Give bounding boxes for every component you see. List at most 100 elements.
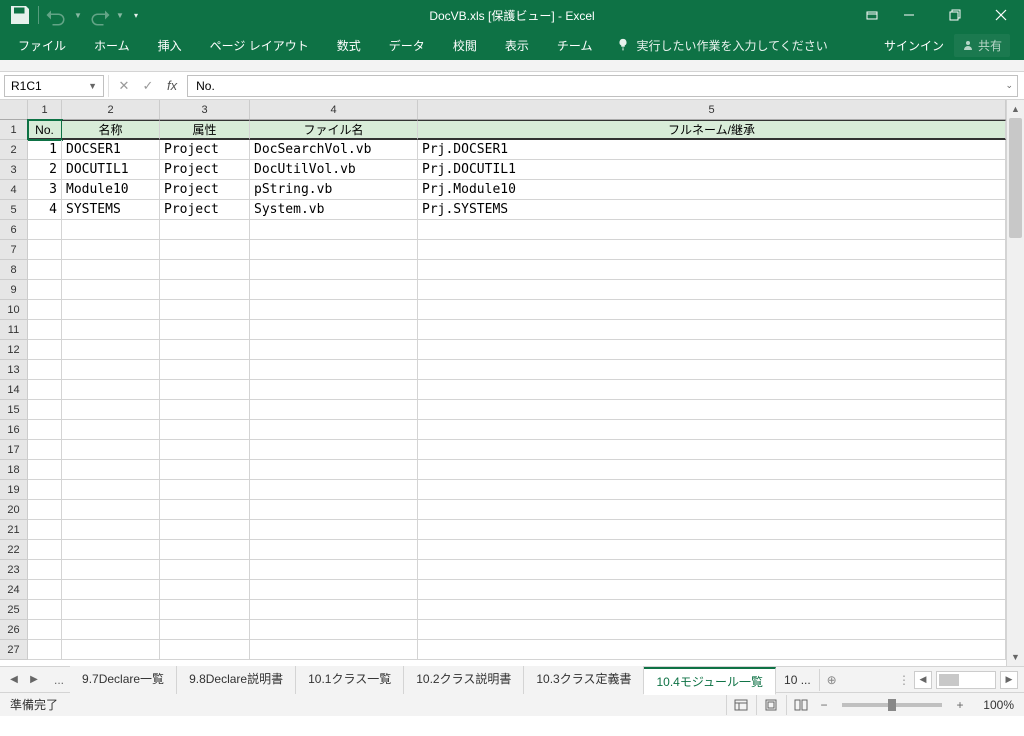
- cell[interactable]: [160, 280, 250, 300]
- dropdown-icon[interactable]: ▼: [88, 81, 97, 91]
- cell[interactable]: [418, 340, 1006, 360]
- row-header[interactable]: 20: [0, 500, 28, 520]
- cell[interactable]: [418, 520, 1006, 540]
- cell[interactable]: Project: [160, 200, 250, 220]
- close-button[interactable]: [978, 0, 1024, 30]
- cell[interactable]: [28, 360, 62, 380]
- cell[interactable]: [28, 280, 62, 300]
- cell[interactable]: [418, 420, 1006, 440]
- cell[interactable]: [250, 420, 418, 440]
- cell[interactable]: [418, 640, 1006, 660]
- cell[interactable]: [160, 220, 250, 240]
- cell[interactable]: [418, 480, 1006, 500]
- cell[interactable]: [62, 560, 160, 580]
- row-header[interactable]: 6: [0, 220, 28, 240]
- scroll-up-icon[interactable]: ▲: [1007, 100, 1024, 118]
- cell[interactable]: [28, 420, 62, 440]
- row-header[interactable]: 11: [0, 320, 28, 340]
- row-header[interactable]: 22: [0, 540, 28, 560]
- row-header[interactable]: 21: [0, 520, 28, 540]
- cell[interactable]: [160, 400, 250, 420]
- row-header[interactable]: 7: [0, 240, 28, 260]
- row-header[interactable]: 9: [0, 280, 28, 300]
- row-header[interactable]: 16: [0, 420, 28, 440]
- undo-icon[interactable]: [45, 3, 69, 27]
- cell[interactable]: [250, 280, 418, 300]
- cell[interactable]: [418, 300, 1006, 320]
- expand-icon[interactable]: ⌄: [1005, 80, 1013, 91]
- row-header[interactable]: 24: [0, 580, 28, 600]
- cell[interactable]: [418, 360, 1006, 380]
- scroll-thumb[interactable]: [1009, 118, 1022, 238]
- row-header[interactable]: 18: [0, 460, 28, 480]
- cell[interactable]: [418, 600, 1006, 620]
- fx-icon[interactable]: fx: [161, 78, 183, 93]
- row-header[interactable]: 3: [0, 160, 28, 180]
- cell[interactable]: [28, 620, 62, 640]
- cell[interactable]: [250, 620, 418, 640]
- row-header[interactable]: 26: [0, 620, 28, 640]
- cell[interactable]: [160, 300, 250, 320]
- cell[interactable]: [62, 420, 160, 440]
- row-header[interactable]: 2: [0, 140, 28, 160]
- row-header[interactable]: 19: [0, 480, 28, 500]
- select-all-corner[interactable]: [0, 100, 28, 119]
- tell-me-search[interactable]: 実行したい作業を入力してください: [616, 37, 827, 54]
- sheet-tab[interactable]: 9.7Declare一覧: [70, 666, 177, 694]
- signin-link[interactable]: サインイン: [884, 37, 944, 54]
- tab-team[interactable]: チーム: [543, 30, 607, 60]
- cell[interactable]: [160, 560, 250, 580]
- tab-file[interactable]: ファイル: [4, 30, 80, 60]
- hscroll-left-icon[interactable]: ◀: [914, 671, 932, 689]
- cell[interactable]: [250, 220, 418, 240]
- cell[interactable]: [160, 420, 250, 440]
- cell[interactable]: 2: [28, 160, 62, 180]
- cell[interactable]: [28, 520, 62, 540]
- cell[interactable]: [418, 320, 1006, 340]
- cell[interactable]: Project: [160, 160, 250, 180]
- header-cell[interactable]: No.: [28, 120, 62, 140]
- cell[interactable]: [62, 600, 160, 620]
- cell[interactable]: 3: [28, 180, 62, 200]
- header-cell[interactable]: ファイル名: [250, 120, 418, 140]
- sheet-tab[interactable]: 9.8Declare説明書: [177, 666, 296, 694]
- cell[interactable]: [160, 460, 250, 480]
- row-header[interactable]: 13: [0, 360, 28, 380]
- cell[interactable]: [28, 460, 62, 480]
- cell[interactable]: [250, 360, 418, 380]
- cancel-icon[interactable]: ✕: [113, 75, 135, 97]
- header-cell[interactable]: 名称: [62, 120, 160, 140]
- tab-split-icon[interactable]: ⋮: [898, 673, 910, 687]
- share-button[interactable]: 共有: [954, 34, 1010, 57]
- cell[interactable]: [250, 480, 418, 500]
- cell[interactable]: [418, 220, 1006, 240]
- tab-page-layout[interactable]: ページ レイアウト: [196, 30, 323, 60]
- cell[interactable]: [62, 460, 160, 480]
- cell[interactable]: [250, 520, 418, 540]
- normal-view-icon[interactable]: [726, 695, 754, 715]
- cell[interactable]: [28, 440, 62, 460]
- cell[interactable]: Project: [160, 180, 250, 200]
- cell[interactable]: [28, 380, 62, 400]
- zoom-in-button[interactable]: +: [952, 698, 968, 712]
- cell[interactable]: [62, 520, 160, 540]
- cell[interactable]: [160, 360, 250, 380]
- cell[interactable]: [250, 300, 418, 320]
- cell[interactable]: [250, 340, 418, 360]
- tab-review[interactable]: 校閲: [439, 30, 491, 60]
- cell[interactable]: DocSearchVol.vb: [250, 140, 418, 160]
- cell[interactable]: Prj.DOCUTIL1: [418, 160, 1006, 180]
- cell[interactable]: [160, 480, 250, 500]
- cell[interactable]: [250, 400, 418, 420]
- cell[interactable]: [160, 520, 250, 540]
- col-header[interactable]: 3: [160, 100, 250, 119]
- cell[interactable]: [160, 640, 250, 660]
- redo-icon[interactable]: [87, 3, 111, 27]
- hscroll-right-icon[interactable]: ▶: [1000, 671, 1018, 689]
- cell[interactable]: [28, 540, 62, 560]
- cell[interactable]: Prj.Module10: [418, 180, 1006, 200]
- cell[interactable]: 1: [28, 140, 62, 160]
- cell[interactable]: [250, 260, 418, 280]
- zoom-slider[interactable]: [842, 703, 942, 707]
- cell[interactable]: [28, 560, 62, 580]
